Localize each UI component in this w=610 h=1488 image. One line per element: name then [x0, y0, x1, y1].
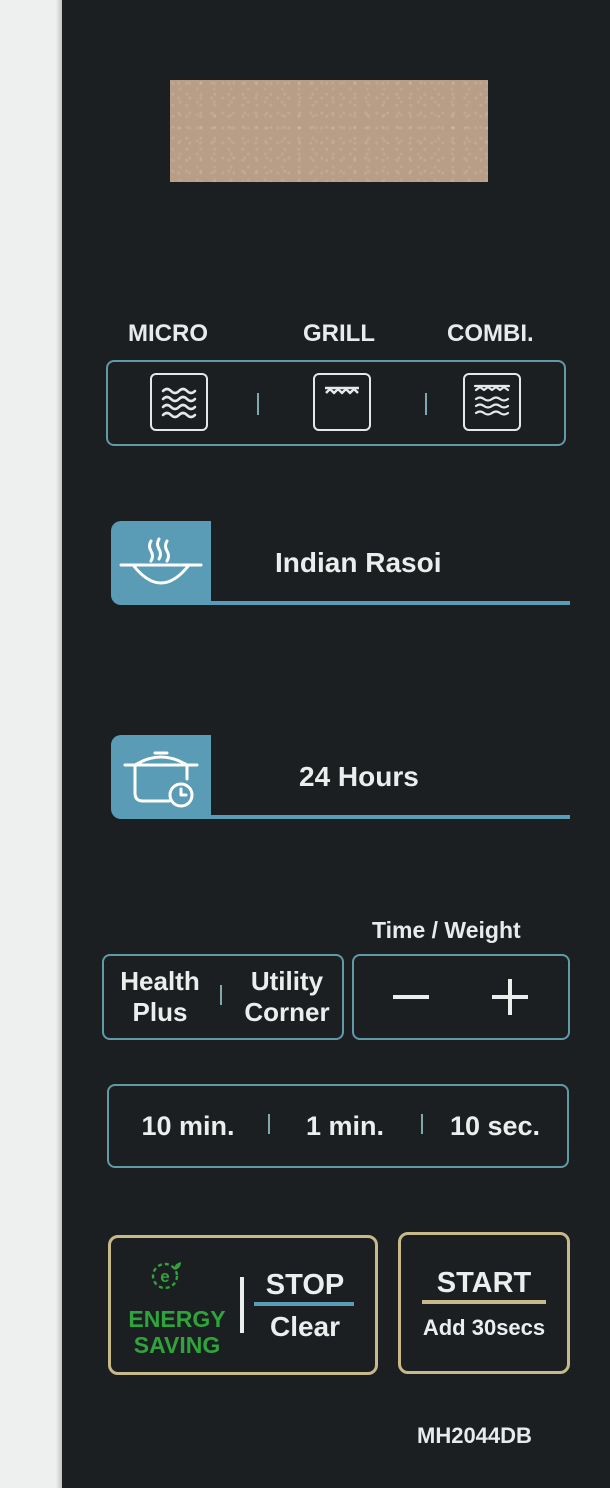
energy-icon-letter: e [160, 1267, 169, 1286]
combi-label: COMBI. [447, 320, 534, 347]
one-min-label: 1 min. [305, 1111, 385, 1141]
indian-rasoi-underline [208, 601, 570, 605]
energy-saving-icon: e [148, 1258, 184, 1294]
separator [257, 393, 259, 415]
one-min-button[interactable]: 1 min. [272, 1087, 418, 1165]
indian-rasoi-label: Indian Rasoi [275, 547, 442, 578]
clear-label: Clear [269, 1311, 341, 1342]
micro-button[interactable] [150, 373, 208, 431]
start-label: START [436, 1267, 532, 1299]
separator [425, 393, 427, 415]
utility-corner-button[interactable]: Utility Corner [226, 956, 342, 1038]
combi-button[interactable] [463, 373, 521, 431]
utility-corner-line2: Corner [244, 996, 330, 1027]
minus-button[interactable] [356, 958, 456, 1036]
ten-sec-button[interactable]: 10 sec. [425, 1087, 565, 1165]
24-hours-button[interactable] [111, 735, 211, 819]
health-plus-line2: Plus [132, 996, 188, 1027]
indian-rasoi-button[interactable] [111, 521, 211, 605]
stop-label: STOP [265, 1269, 345, 1301]
24-hours-label: 24 Hours [299, 761, 419, 792]
separator [268, 1114, 270, 1134]
grill-button[interactable] [313, 373, 371, 431]
energy-saving-line2: SAVING [133, 1332, 221, 1359]
ten-sec-label: 10 sec. [449, 1111, 541, 1141]
combi-mode-icon [473, 384, 511, 416]
cooking-bowl-icon [119, 537, 203, 585]
separator [240, 1277, 244, 1333]
add-30secs-label: Add 30secs [422, 1315, 546, 1340]
grill-element-icon [325, 386, 359, 395]
utility-corner-line1: Utility [250, 966, 324, 996]
lcd-display [170, 80, 488, 182]
separator [220, 985, 222, 1005]
plus-button[interactable] [464, 958, 564, 1036]
energy-saving-label: ENERGY SAVING [125, 1306, 229, 1359]
model-number: MH2044DB [417, 1423, 532, 1448]
separator [421, 1114, 423, 1134]
plus-icon-vertical [508, 979, 512, 1015]
pot-timer-icon [123, 751, 199, 808]
health-plus-line1: Health [120, 966, 200, 996]
energy-saving-line1: ENERGY [128, 1306, 226, 1332]
ten-min-button[interactable]: 10 min. [110, 1087, 266, 1165]
stop-divider [254, 1302, 354, 1306]
grill-label: GRILL [303, 320, 375, 347]
ten-min-label: 10 min. [141, 1111, 235, 1141]
time-weight-label: Time / Weight [372, 917, 521, 943]
health-plus-button[interactable]: Health Plus [104, 956, 216, 1038]
minus-icon [393, 995, 429, 999]
24-hours-underline [208, 815, 570, 819]
start-divider [422, 1300, 546, 1304]
microwave-wave-icon [161, 387, 197, 419]
micro-label: MICRO [128, 320, 208, 347]
